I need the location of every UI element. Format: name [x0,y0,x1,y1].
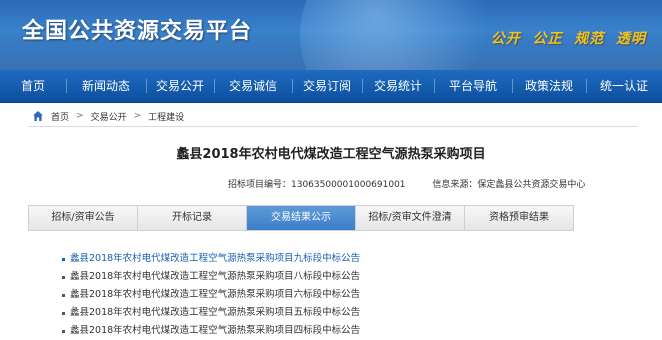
project-meta: 招标项目编号：13063500001000691001 信息来源：保定蠡县公共资… [228,177,585,190]
bullet-icon [62,329,65,333]
notice-item[interactable]: 蠡县2018年农村电代煤改造工程空气源热泵采购项目四标段中标公告 [62,322,622,340]
bullet-icon [62,275,65,279]
bullet-icon [62,311,65,315]
notice-link[interactable]: 蠡县2018年农村电代煤改造工程空气源热泵采购项目五标段中标公告 [70,304,360,322]
notice-item[interactable]: 蠡县2018年农村电代煤改造工程空气源热泵采购项目五标段中标公告 [62,304,622,322]
notice-item[interactable]: 蠡县2018年农村电代煤改造工程空气源热泵采购项目九标段中标公告 [62,250,622,268]
notice-link[interactable]: 蠡县2018年农村电代煤改造工程空气源热泵采购项目九标段中标公告 [70,250,360,268]
notice-item[interactable]: 蠡县2018年农村电代煤改造工程空气源热泵采购项目六标段中标公告 [62,286,622,304]
breadcrumb: 首页 > 交易公开 > 工程建设 [32,107,184,125]
info-source: 信息来源：保定蠡县公共资源交易中心 [432,180,586,190]
tab-1[interactable]: 开标记录 [137,206,246,230]
tab-2[interactable]: 交易结果公示 [246,206,355,230]
nav-item[interactable]: 政策法规 [512,70,586,102]
nav-item[interactable]: 统一认证 [586,70,662,102]
notice-link[interactable]: 蠡县2018年农村电代煤改造工程空气源热泵采购项目八标段中标公告 [70,268,360,286]
project-title: 蠡县2018年农村电代煤改造工程空气源热泵采购项目 [176,147,486,162]
breadcrumb-separator: > [133,111,142,121]
breadcrumb-separator: > [76,111,84,121]
project-code: 招标项目编号：13063500001000691001 [228,180,406,190]
nav-item[interactable]: 首页 [0,70,66,102]
tab-0[interactable]: 招标/资审公告 [28,206,137,230]
main-nav: 首页 新闻动态 交易公开 交易诚信 交易订阅 交易统计 平台导航 政策法规 统一认证 [0,70,662,103]
nav-item[interactable]: 平台导航 [434,70,512,102]
tab-4[interactable]: 资格预审结果 [464,206,574,230]
bullet-icon [62,293,65,297]
nav-item[interactable]: 新闻动态 [66,70,146,102]
notice-link[interactable]: 蠡县2018年农村电代煤改造工程空气源热泵采购项目六标段中标公告 [70,286,360,304]
bullet-icon [62,257,65,261]
site-title[interactable]: 全国公共资源交易平台 [22,13,252,45]
nav-item[interactable]: 交易订阅 [292,70,362,102]
notice-item[interactable]: 蠡县2018年农村电代煤改造工程空气源热泵采购项目八标段中标公告 [62,268,622,286]
nav-item[interactable]: 交易诚信 [214,70,292,102]
breadcrumb-home[interactable]: 首页 [51,110,69,123]
result-tabs: 招标/资审公告 开标记录 交易结果公示 招标/资审文件澄清 资格预审结果 [28,205,574,231]
notice-list: 蠡县2018年农村电代煤改造工程空气源热泵采购项目九标段中标公告 蠡县2018年农… [62,250,622,340]
nav-item[interactable]: 交易公开 [146,70,214,102]
nav-item[interactable]: 交易统计 [362,70,434,102]
breadcrumb-trade-public[interactable]: 交易公开 [91,110,127,123]
tab-3[interactable]: 招标/资审文件澄清 [355,206,464,230]
breadcrumb-divider [28,126,638,127]
notice-link[interactable]: 蠡县2018年农村电代煤改造工程空气源热泵采购项目四标段中标公告 [70,322,360,340]
site-slogan: 公开 公正 规范 透明 [490,31,646,47]
site-banner: 全国公共资源交易平台 公开 公正 规范 透明 [0,0,662,70]
breadcrumb-engineering[interactable]: 工程建设 [148,110,184,123]
home-icon[interactable] [32,110,44,122]
